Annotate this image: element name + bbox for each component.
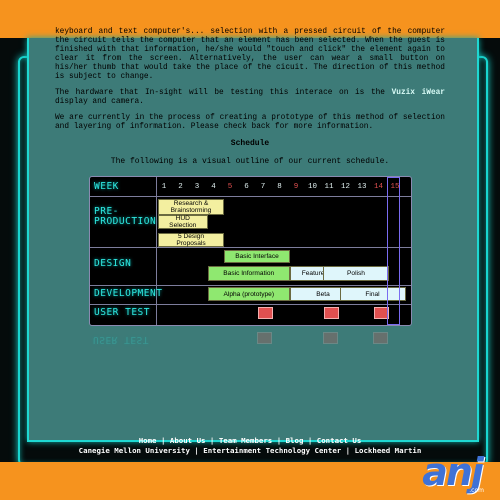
schedule-bar: Alpha (prototype) <box>207 287 290 301</box>
week-number: 6 <box>244 183 249 191</box>
week-number: 1 <box>161 183 167 191</box>
footer-link[interactable]: Blog <box>286 436 304 445</box>
grid-row-line <box>90 304 411 305</box>
week-number: 3 <box>194 183 200 191</box>
row-label: PRE- PRODUCTION <box>94 206 157 227</box>
paragraph-selection-method: keyboard and text computer's... selectio… <box>55 28 445 81</box>
user-test-marker <box>258 307 273 319</box>
grid-label-divider <box>156 177 157 325</box>
row-label: DESIGN <box>94 258 132 269</box>
week-number: 4 <box>211 183 216 191</box>
schedule-heading: Schedule <box>230 139 270 148</box>
grid-row-line <box>90 285 411 286</box>
footer-link[interactable]: Home <box>139 436 157 445</box>
paragraph-prototype: We are currently in the process of creat… <box>55 114 445 131</box>
footer-link[interactable]: Team Members <box>219 436 272 445</box>
reflected-test-marker <box>257 332 272 344</box>
week-number: 13 <box>357 183 367 191</box>
week-number: 11 <box>324 183 334 191</box>
gantt-reflection: USER TEST <box>89 324 410 364</box>
week-number: 12 <box>340 183 350 191</box>
schedule-bar: Polish <box>323 266 389 281</box>
schedule-bar: 5 Design Proposals <box>158 233 224 247</box>
row-label: USER TEST <box>94 307 150 318</box>
row-label: DEVELOPMENT <box>94 288 163 299</box>
week-header-label: WEEK <box>94 181 119 192</box>
footer-credit-link[interactable]: Lockheed Martin <box>355 446 422 455</box>
current-week-highlight <box>387 177 400 325</box>
site-logo-suffix: .com <box>469 487 484 494</box>
schedule-bar: Research & Brainstorming <box>158 199 224 215</box>
user-test-marker <box>324 307 339 319</box>
week-number: 5 <box>227 183 233 191</box>
hardware-text-end: display and camera. <box>55 98 144 106</box>
article-body: keyboard and text computer's... selectio… <box>55 28 445 176</box>
week-number: 7 <box>260 183 266 191</box>
vuzix-link[interactable]: Vuzix iWear <box>392 89 445 97</box>
week-number: 8 <box>277 183 282 191</box>
grid-row-line <box>90 196 411 197</box>
week-number: 14 <box>373 183 383 191</box>
footer-credit-link[interactable]: Canegie Mellon University <box>79 446 190 455</box>
footer-link[interactable]: Contact Us <box>317 436 362 445</box>
footer-nav: Home | About Us | Team Members | Blog | … <box>138 436 362 445</box>
footer-credit-link[interactable]: Entertainment Technology Center <box>203 446 341 455</box>
schedule-caption: The following is a visual outline of our… <box>110 157 390 166</box>
grid-row-line <box>90 247 411 248</box>
week-number: 2 <box>178 183 183 191</box>
hardware-text: The hardware that In-sight will be testi… <box>55 89 392 97</box>
reflected-row-label: USER TEST <box>93 334 149 345</box>
paragraph-hardware: The hardware that In-sight will be testi… <box>55 89 445 107</box>
schedule-bar: Basic Information <box>207 266 290 281</box>
week-number: 9 <box>293 183 299 191</box>
schedule-bar: Basic Interface <box>224 250 290 263</box>
week-number: 10 <box>307 183 317 191</box>
schedule-bar: HUD Selection <box>158 215 208 229</box>
reflected-test-marker <box>323 332 338 344</box>
footer-link[interactable]: About Us <box>170 436 206 445</box>
reflected-test-marker <box>372 332 388 344</box>
schedule-gantt-chart: WEEK 1 2 3 4 5 6 7 8 9 10 11 12 13 14 15 PRE- PRODUCTIO… <box>89 176 412 326</box>
